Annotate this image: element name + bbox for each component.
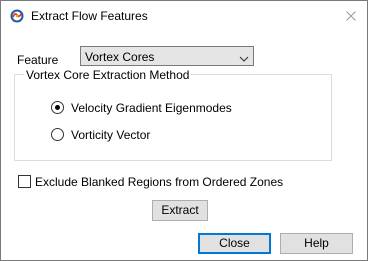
chevron-down-icon xyxy=(239,52,249,62)
app-icon xyxy=(10,9,24,23)
close-button[interactable]: Close xyxy=(198,233,271,254)
exclude-blanked-label: Exclude Blanked Regions from Ordered Zon… xyxy=(35,175,284,189)
vortex-method-legend: Vortex Core Extraction Method xyxy=(24,68,192,82)
feature-label: Feature xyxy=(17,53,59,67)
extract-flow-features-dialog: Extract Flow Features Feature Vortex Cor… xyxy=(0,0,368,261)
feature-dropdown[interactable]: Vortex Cores xyxy=(80,46,254,66)
help-button[interactable]: Help xyxy=(280,233,353,254)
feature-dropdown-value: Vortex Cores xyxy=(85,50,155,64)
exclude-blanked-checkbox[interactable] xyxy=(18,175,31,188)
window-title: Extract Flow Features xyxy=(31,9,148,23)
close-icon[interactable] xyxy=(343,8,359,24)
extract-button[interactable]: Extract xyxy=(152,200,208,221)
vortex-method-groupbox xyxy=(14,74,332,161)
title-bar: Extract Flow Features xyxy=(1,1,367,32)
radio-button[interactable] xyxy=(51,128,64,141)
radio-label: Vorticity Vector xyxy=(71,128,151,142)
radio-dot xyxy=(55,105,60,110)
radio-button-selected[interactable] xyxy=(51,101,64,114)
radio-label: Velocity Gradient Eigenmodes xyxy=(71,101,232,115)
